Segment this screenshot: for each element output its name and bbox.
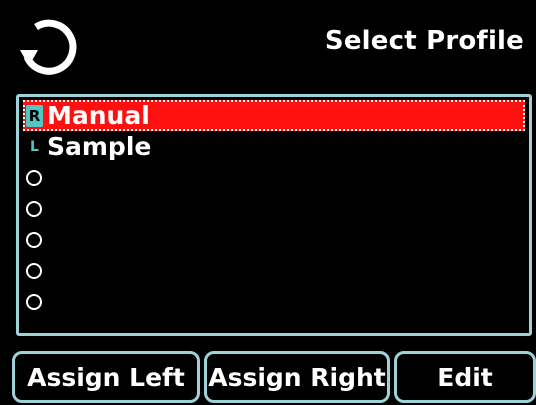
assign-left-button[interactable]: Assign Left [12,351,200,403]
profile-row-empty[interactable] [23,255,525,286]
profile-label: Manual [47,101,150,130]
profile-list: R Manual L Sample [23,100,525,317]
edit-button[interactable]: Edit [394,351,536,403]
refresh-back-icon [20,19,77,75]
page-title: Select Profile [324,26,524,56]
empty-slot-icon [26,169,42,186]
profile-row-empty[interactable] [23,224,525,255]
profile-row-empty[interactable] [23,162,525,193]
empty-slot-icon [26,293,42,310]
profile-row-sample[interactable]: L Sample [23,131,525,162]
softkey-bar: Assign Left Assign Right Edit [0,351,536,405]
back-button[interactable] [14,14,80,80]
assign-right-button[interactable]: Assign Right [204,351,390,403]
right-assigned-badge: R [26,104,43,127]
profile-list-panel: R Manual L Sample [16,94,532,336]
empty-slot-icon [26,262,42,279]
empty-slot-icon [26,200,42,217]
profile-label: Sample [47,132,152,161]
empty-slot-icon [26,231,42,248]
profile-row-empty[interactable] [23,193,525,224]
profile-row-manual[interactable]: R Manual [23,100,525,131]
profile-row-empty[interactable] [23,286,525,317]
left-assigned-badge: L [30,138,39,155]
